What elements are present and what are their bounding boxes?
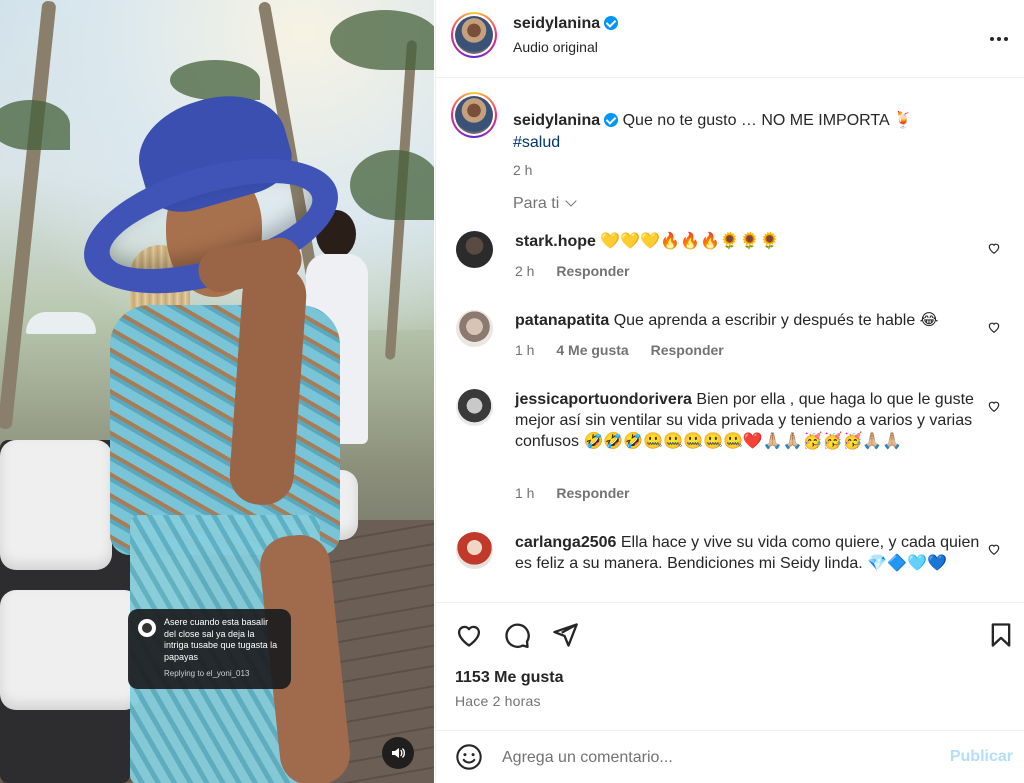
comment-meta: 1 h Responder [515,485,647,501]
comment-username[interactable]: stark.hope [515,233,596,250]
more-options-button[interactable] [989,26,1009,44]
comment-username[interactable]: jessicaportuondorivera [515,391,692,408]
likes-count[interactable]: 1153 Me gusta [455,669,564,687]
comment-body: patanapatita Que aprenda a escribir y de… [515,310,985,331]
caption-text-block: seidylanina Que no te gusto … NO ME IMPO… [513,110,983,154]
post-time[interactable]: Hace 2 horas [455,693,541,709]
speaker-icon [392,748,405,758]
comment-avatar[interactable] [456,231,493,268]
caption-username[interactable]: seidylanina [513,112,600,129]
comment-like-heart-icon[interactable] [987,542,1001,556]
emoji-icon[interactable] [455,743,483,771]
author-name-row: seidylanina [513,15,619,33]
comments-list[interactable]: seidylanina Que no te gusto … NO ME IMPO… [436,79,1024,602]
comment-time[interactable]: 2 h [515,263,534,279]
comment-reply-button[interactable]: Responder [556,263,629,279]
caption-avatar[interactable] [451,92,497,138]
comment-body: stark.hope 💛💛💛🔥🔥🔥🌻🌻🌻 [515,231,985,252]
comment-username[interactable]: patanapatita [515,312,609,329]
send-icon[interactable] [551,621,579,649]
post-panel: seidylanina Audio original seidylanina Q… [435,0,1024,783]
author-username[interactable]: seidylanina [513,15,600,32]
comment-like-heart-icon[interactable] [987,241,1001,255]
comment-meta: 2 h Responder [515,263,647,279]
audio-link[interactable]: Audio original [513,39,598,55]
sticker-replying-to: Replying to el_yoni_013 [164,669,250,678]
comment-avatar[interactable] [456,310,493,347]
comment-like-heart-icon[interactable] [987,399,1001,413]
caption-time[interactable]: 2 h [513,162,532,178]
comment-body: carlanga2506 Ella hace y vive su vida co… [515,532,985,574]
verified-badge-icon [604,16,619,30]
comment-avatar[interactable] [456,532,493,569]
comment-text: Que aprenda a escribir y después te habl… [613,312,939,329]
caption-text: Que no te gusto … NO ME IMPORTA 🍹 [622,112,914,129]
sticker-message: Asere cuando esta basalir del close sal … [164,617,278,662]
add-comment-bar: Publicar [436,730,1024,783]
sticker-avatar [138,619,156,637]
palm-frond [0,100,70,150]
post-comment-button[interactable]: Publicar [950,748,1013,766]
caption-hashtag[interactable]: #salud [513,134,560,151]
reply-sticker: Asere cuando esta basalir del close sal … [128,609,291,689]
post-header: seidylanina Audio original [436,0,1024,78]
comment-meta: 1 h 4 Me gusta Responder [515,342,742,358]
bookmark-icon[interactable] [987,621,1015,649]
chevron-down-icon [565,195,577,207]
comment-sort-dropdown[interactable]: Para ti [513,195,577,213]
heart-icon[interactable] [455,621,483,649]
comment-username[interactable]: carlanga2506 [515,534,616,551]
audio-toggle-button[interactable] [382,737,414,769]
comment-likes[interactable]: 4 Me gusta [556,342,628,358]
comment-like-heart-icon[interactable] [987,320,1001,334]
comment-time[interactable]: 1 h [515,342,534,358]
comment-reply-button[interactable]: Responder [556,485,629,501]
comment-body: jessicaportuondorivera Bien por ella , q… [515,389,985,452]
palm-frond [170,60,260,100]
comment-input[interactable] [502,745,932,771]
comment-avatar[interactable] [456,389,493,426]
author-avatar[interactable] [451,12,497,58]
comment-icon[interactable] [503,621,531,649]
post-actions: 1153 Me gusta Hace 2 horas [436,602,1024,730]
comment-reply-button[interactable]: Responder [651,342,724,358]
palm-frond [330,10,434,70]
verified-badge-icon [604,113,619,127]
comment-time[interactable]: 1 h [515,485,534,501]
more-horizontal-icon [990,37,1008,41]
comment-sort-label: Para ti [513,195,560,212]
comment-text: 💛💛💛🔥🔥🔥🌻🌻🌻 [600,233,780,250]
post-media[interactable]: Asere cuando esta basalir del close sal … [0,0,434,783]
